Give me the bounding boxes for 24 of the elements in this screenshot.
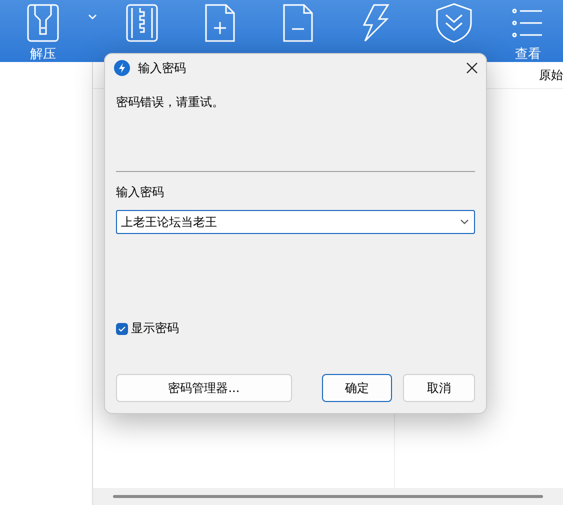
password-field[interactable]: 上老王论坛当老王 [116,210,475,234]
dialog-title: 输入密码 [138,60,187,76]
close-icon[interactable] [466,62,478,74]
password-manager-button[interactable]: 密码管理器... [116,374,292,402]
checkbox[interactable] [116,322,128,334]
checkmark-icon [118,326,126,332]
remove-file-icon [283,4,313,42]
scrollbar[interactable] [113,495,543,498]
app-logo-icon [114,60,130,76]
field-label: 输入密码 [116,184,165,201]
add-file-icon [205,4,235,42]
checkbox-label: 显示密码 [131,320,179,337]
toolbar-button[interactable]: 查看 [493,0,563,63]
column-header[interactable]: 原始 [539,66,563,84]
chevron-down-icon[interactable] [460,219,469,225]
list-icon [512,7,544,39]
lightning-icon [362,4,390,42]
toolbar-button[interactable]: 解压 [4,0,82,63]
zipper-file-icon [126,4,158,42]
zipper-file-icon [27,4,59,42]
ok-button[interactable]: 确定 [322,374,392,402]
cancel-button[interactable]: 取消 [403,374,475,402]
shield-icon [435,3,473,43]
error-message: 密码错误，请重试。 [116,94,225,111]
